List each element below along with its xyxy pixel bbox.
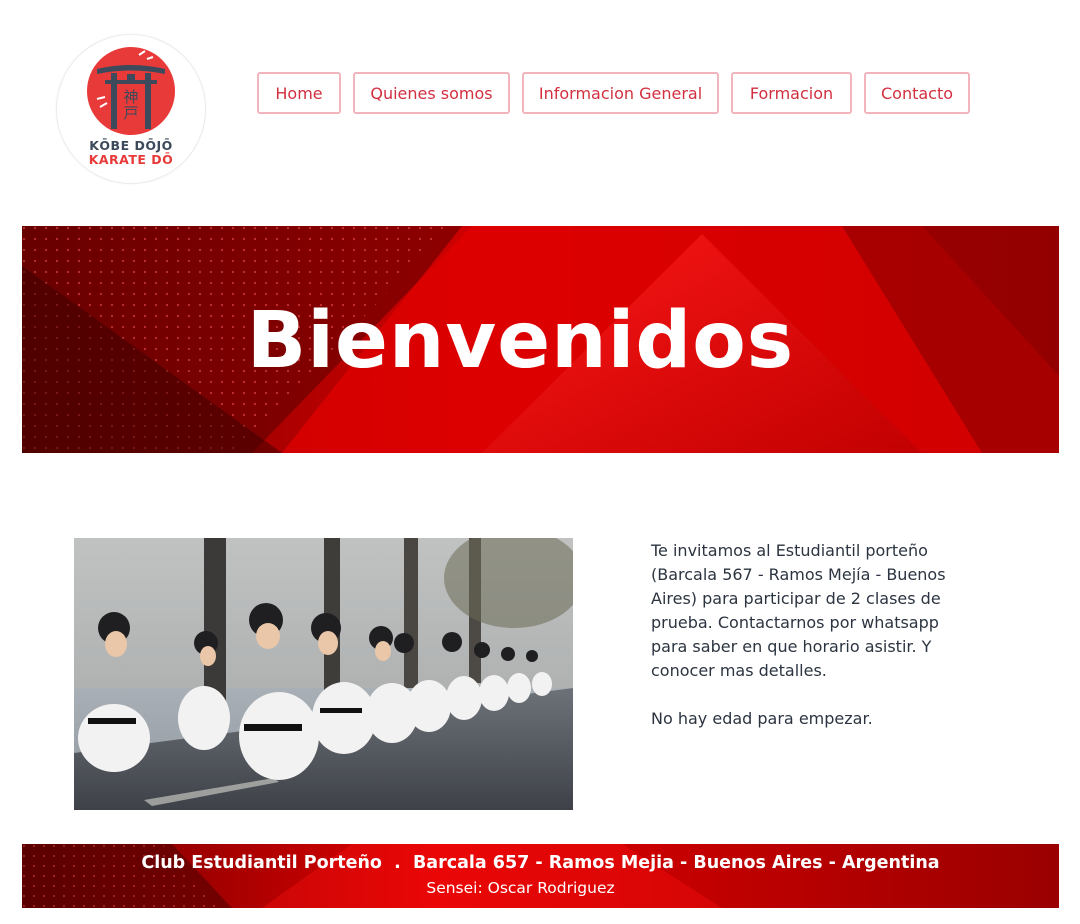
hero-title: Bienvenidos <box>246 296 795 386</box>
dojo-logo[interactable]: 神戸 KŌBE DŌJŌ KARATE DŌ <box>56 34 206 184</box>
torii-emblem: 神戸 <box>87 47 175 135</box>
logo-title: KŌBE DŌJŌ <box>89 138 173 153</box>
intro-note: No hay edad para empezar. <box>651 709 873 728</box>
intro-paragraph: Te invitamos al Estudiantil porteño (Bar… <box>651 541 946 680</box>
nav-informacion-general[interactable]: Informacion General <box>522 72 719 114</box>
kanji-label: 神戸 <box>123 88 139 122</box>
nav-formacion[interactable]: Formacion <box>731 72 852 114</box>
footer-address: Club Estudiantil Porteño . Barcala 657 -… <box>141 853 940 873</box>
intro-text: Te invitamos al Estudiantil porteño (Bar… <box>651 539 951 731</box>
hero-banner: Bienvenidos <box>22 226 1059 453</box>
nav-contacto[interactable]: Contacto <box>864 72 970 114</box>
footer-banner: Club Estudiantil Porteño . Barcala 657 -… <box>22 844 1059 908</box>
footer-sensei: Sensei: Oscar Rodriguez <box>426 879 615 897</box>
nav-home[interactable]: Home <box>257 72 341 114</box>
nav-quienes-somos[interactable]: Quienes somos <box>353 72 510 114</box>
karate-class-photo <box>74 538 573 810</box>
main-nav: Home Quienes somos Informacion General F… <box>257 72 970 114</box>
logo-subtitle: KARATE DŌ <box>88 152 174 167</box>
